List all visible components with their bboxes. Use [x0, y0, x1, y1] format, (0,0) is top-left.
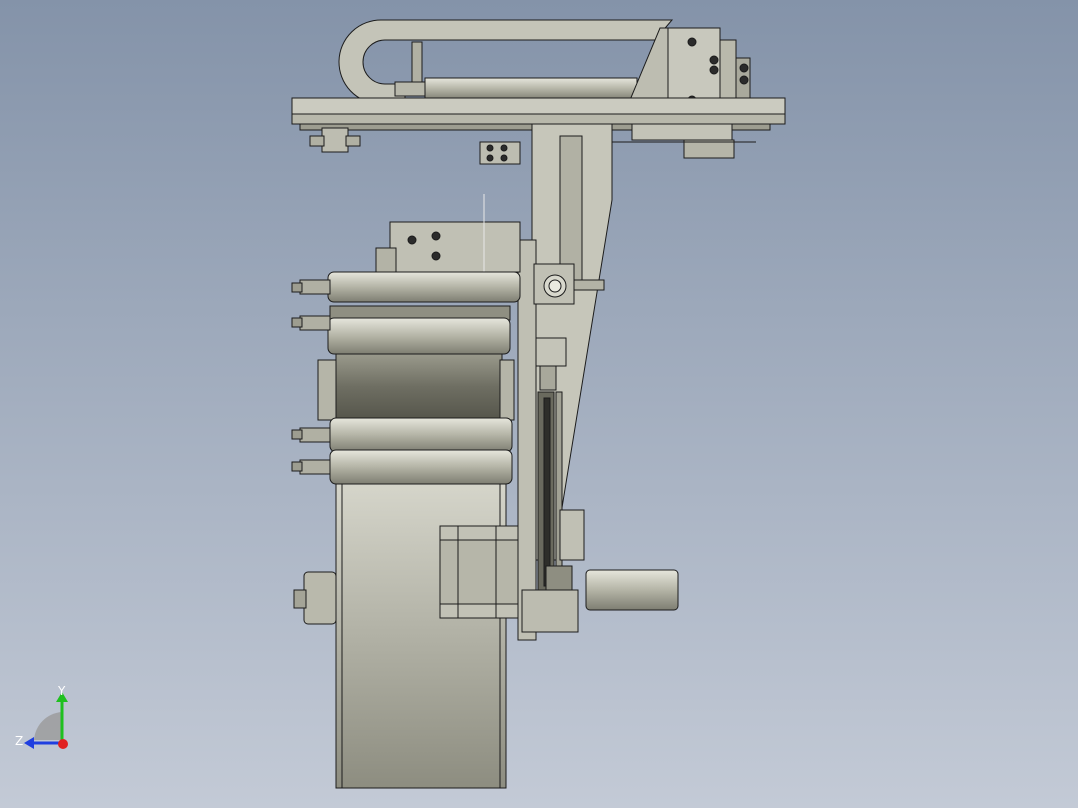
z-axis-label: Z	[15, 734, 23, 748]
cad-model-view[interactable]	[0, 0, 1078, 808]
y-axis-label: Y	[57, 684, 66, 698]
roller-stack	[291, 271, 521, 485]
z-axis-arrow	[24, 737, 34, 749]
top-cylinder	[424, 77, 638, 101]
feed-block	[389, 221, 521, 273]
top-plate	[291, 97, 786, 115]
output-cylinder	[585, 569, 679, 611]
x-axis-dot	[58, 739, 68, 749]
cad-viewport[interactable]: Y Z	[0, 0, 1078, 808]
view-orientation-triad: Y Z	[15, 684, 68, 749]
triad-shade	[34, 712, 62, 740]
